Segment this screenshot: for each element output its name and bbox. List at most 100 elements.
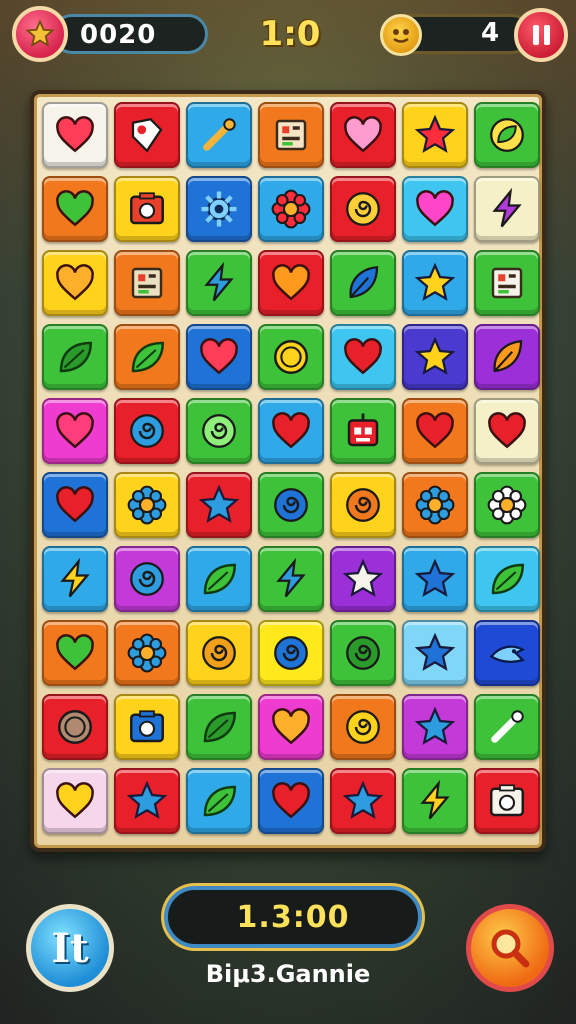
board-tile[interactable]	[258, 398, 324, 464]
board-tile[interactable]	[330, 398, 396, 464]
board-tile[interactable]	[42, 694, 108, 760]
board-tile[interactable]	[114, 694, 180, 760]
timer-display: 1.3:00	[164, 886, 422, 948]
board-tile[interactable]	[186, 472, 252, 538]
board-tile[interactable]	[330, 694, 396, 760]
board-tile[interactable]	[258, 472, 324, 538]
board-tile[interactable]	[42, 398, 108, 464]
bird-icon	[489, 645, 526, 663]
pause-icon	[543, 25, 550, 45]
flower-icon	[487, 485, 527, 525]
heart-icon	[56, 634, 94, 671]
hint-button[interactable]	[466, 904, 554, 992]
board-tile[interactable]	[42, 102, 108, 168]
heart-icon	[272, 412, 310, 449]
leaf-icon	[131, 341, 164, 373]
pause-button[interactable]	[514, 8, 568, 62]
board-tile[interactable]	[258, 546, 324, 612]
board-tile[interactable]	[330, 546, 396, 612]
board-tile[interactable]	[186, 176, 252, 242]
board-tile[interactable]	[402, 250, 468, 316]
board-tile[interactable]	[402, 694, 468, 760]
board-tile[interactable]	[330, 620, 396, 686]
board-tile[interactable]	[42, 620, 108, 686]
board-tile[interactable]	[474, 250, 540, 316]
board-tile[interactable]	[186, 546, 252, 612]
board-tile[interactable]	[42, 768, 108, 834]
board-tile[interactable]	[474, 176, 540, 242]
card-icon	[275, 119, 307, 151]
board-tile[interactable]	[186, 398, 252, 464]
board-tile[interactable]	[402, 620, 468, 686]
shield-tag-icon	[131, 118, 163, 153]
booster-button[interactable]: It	[26, 904, 114, 992]
star-icon	[414, 706, 456, 745]
lives-count: 4	[480, 18, 500, 48]
board-tile[interactable]	[330, 250, 396, 316]
heart-icon	[272, 264, 310, 301]
board-tile[interactable]	[114, 768, 180, 834]
board-tile[interactable]	[258, 176, 324, 242]
board-tile[interactable]	[42, 472, 108, 538]
board-tile[interactable]	[42, 250, 108, 316]
board-tile[interactable]	[186, 620, 252, 686]
board-tile[interactable]	[258, 768, 324, 834]
board-tile[interactable]	[114, 472, 180, 538]
star-icon	[414, 114, 456, 153]
board-tile[interactable]	[474, 472, 540, 538]
score-badge[interactable]	[12, 6, 68, 62]
board-tile[interactable]	[402, 176, 468, 242]
board-tile[interactable]	[402, 472, 468, 538]
board-tile[interactable]	[186, 250, 252, 316]
board-tile[interactable]	[186, 694, 252, 760]
board-tile[interactable]	[114, 620, 180, 686]
board-tile[interactable]	[114, 324, 180, 390]
heart-icon	[488, 412, 526, 449]
board-tile[interactable]	[258, 694, 324, 760]
board-tile[interactable]	[330, 472, 396, 538]
swirl-icon	[274, 488, 308, 522]
board-tile[interactable]	[186, 102, 252, 168]
heart-icon	[200, 338, 238, 375]
heart-icon	[56, 486, 94, 523]
board-tile[interactable]	[42, 324, 108, 390]
board-tile[interactable]	[258, 620, 324, 686]
board-tile[interactable]	[330, 324, 396, 390]
board-tile[interactable]	[114, 546, 180, 612]
board-tile[interactable]	[474, 324, 540, 390]
swirl-icon	[130, 562, 164, 596]
board-tile[interactable]	[114, 102, 180, 168]
board-tile[interactable]	[186, 324, 252, 390]
board-tile[interactable]	[258, 324, 324, 390]
board-tile[interactable]	[258, 250, 324, 316]
board-tile[interactable]	[114, 250, 180, 316]
score-value: 0020	[80, 20, 157, 50]
board-tile[interactable]	[402, 398, 468, 464]
bolt-icon	[492, 188, 522, 228]
board-tile[interactable]	[42, 176, 108, 242]
board-tile[interactable]	[402, 768, 468, 834]
heart-icon	[272, 782, 310, 819]
board-tile[interactable]	[42, 546, 108, 612]
board-tile[interactable]	[474, 768, 540, 834]
board-tile[interactable]	[114, 398, 180, 464]
wand-icon	[203, 118, 236, 151]
board-tile[interactable]	[114, 176, 180, 242]
board-tile[interactable]	[474, 694, 540, 760]
board-tile[interactable]	[258, 102, 324, 168]
board-tile[interactable]	[402, 324, 468, 390]
camera-icon	[490, 784, 524, 817]
board-tile[interactable]	[474, 102, 540, 168]
board-tile[interactable]	[474, 398, 540, 464]
flower-icon	[415, 485, 455, 525]
board-tile[interactable]	[330, 768, 396, 834]
bolt-icon	[204, 262, 234, 302]
leaf-icon	[59, 341, 92, 373]
board-tile[interactable]	[402, 546, 468, 612]
board-tile[interactable]	[402, 102, 468, 168]
board-tile[interactable]	[474, 620, 540, 686]
board-tile[interactable]	[186, 768, 252, 834]
board-tile[interactable]	[330, 102, 396, 168]
board-tile[interactable]	[330, 176, 396, 242]
board-tile[interactable]	[474, 546, 540, 612]
